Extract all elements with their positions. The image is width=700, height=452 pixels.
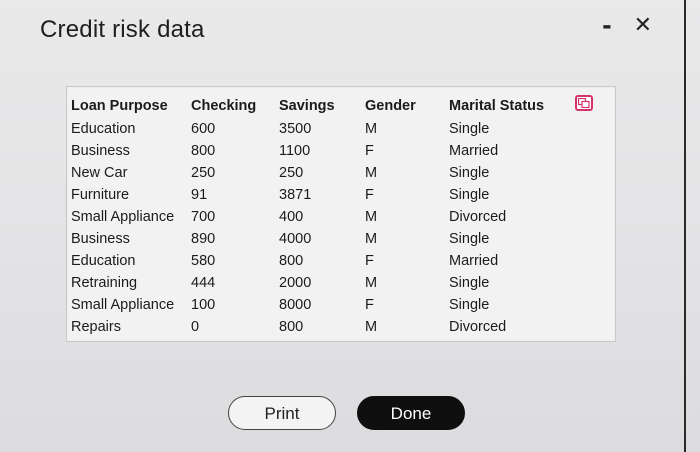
table-cell: 700 [191,209,216,225]
table-row: Repairs 0 800 M Divorced [67,316,569,338]
table-cell: 250 [191,165,216,181]
table-cell: New Car [71,165,128,181]
table-row: Education 580 800 F Married [67,250,569,272]
table-cell: 2000 [279,275,312,291]
table-cell: M [365,121,378,137]
table-row: Retraining 444 2000 M Single [67,272,569,294]
dialog-footer: Print Done [0,396,700,432]
table-cell: 400 [279,209,304,225]
table-row: Business 890 4000 M Single [67,228,569,250]
table-cell: Repairs [71,319,121,335]
column-header: Marital Status [449,97,545,114]
dialog-title: Credit risk data [40,16,205,43]
data-table-panel: Loan Purpose Checking Savings Gender Mar… [66,86,616,342]
table-cell: 580 [191,253,216,269]
print-button[interactable]: Print [228,396,336,430]
table-cell: 3500 [279,121,312,137]
table-header-row: Loan Purpose Checking Savings Gender Mar… [67,93,569,118]
table-cell: Single [449,121,490,137]
table-cell: Single [449,165,490,181]
copy-icon-glyph [578,98,590,108]
table-cell: 444 [191,275,216,291]
minimize-icon[interactable]: - [602,11,611,39]
table-cell: Business [71,231,130,247]
table-cell: 0 [191,319,200,335]
table-cell: 800 [191,143,216,159]
table-cell: F [365,187,374,203]
table-cell: M [365,209,378,225]
table-cell: 100 [191,297,216,313]
table-row: Furniture 91 3871 F Single [67,184,569,206]
table-cell: Small Appliance [71,297,175,313]
table-cell: Married [449,143,499,159]
table-cell: 3871 [279,187,312,203]
table-cell: Retraining [71,275,138,291]
table-cell: Married [449,253,499,269]
table-cell: M [365,231,378,247]
table-cell: 250 [279,165,304,181]
column-header: Loan Purpose [71,97,168,114]
window-controls: - ✕ [602,11,652,39]
table-cell: 600 [191,121,216,137]
table-cell: 91 [191,187,208,203]
table-cell: F [365,143,374,159]
table-cell: M [365,275,378,291]
table-cell: M [365,165,378,181]
table-cell: F [365,297,374,313]
table-body: Education 600 3500 M Single Business 800 1100 F M… [67,118,569,338]
table-cell: F [365,253,374,269]
table-row: Small Appliance 700 400 M Divorced [67,206,569,228]
table-cell: 800 [279,319,304,335]
table-cell: Furniture [71,187,130,203]
column-header: Gender [365,97,416,114]
table-cell: Small Appliance [71,209,175,225]
window-edge [684,0,686,452]
table-row: Small Appliance 100 8000 F Single [67,294,569,316]
table-cell: Divorced [449,319,507,335]
close-icon[interactable]: ✕ [634,14,652,36]
table-cell: Divorced [449,209,507,225]
column-header: Savings [279,97,335,114]
table-cell: 800 [279,253,304,269]
table-cell: Education [71,253,136,269]
credit-risk-dialog: Credit risk data - ✕ Loan Purpose Checki… [0,0,700,452]
table-row: Business 800 1100 F Married [67,140,569,162]
copy-icon[interactable] [575,95,593,111]
table-cell: Single [449,231,490,247]
column-header: Checking [191,97,257,114]
table-row: Education 600 3500 M Single [67,118,569,140]
table-row: New Car 250 250 M Single [67,162,569,184]
table-cell: Single [449,187,490,203]
table-cell: Business [71,143,130,159]
table-cell: 4000 [279,231,312,247]
table-cell: Single [449,297,490,313]
table-cell: Education [71,121,136,137]
table-cell: 8000 [279,297,312,313]
table-cell: 1100 [279,143,311,159]
table-cell: M [365,319,378,335]
credit-risk-table: Loan Purpose Checking Savings Gender Mar… [67,93,569,338]
done-button[interactable]: Done [357,396,465,430]
table-cell: Single [449,275,490,291]
table-cell: 890 [191,231,216,247]
